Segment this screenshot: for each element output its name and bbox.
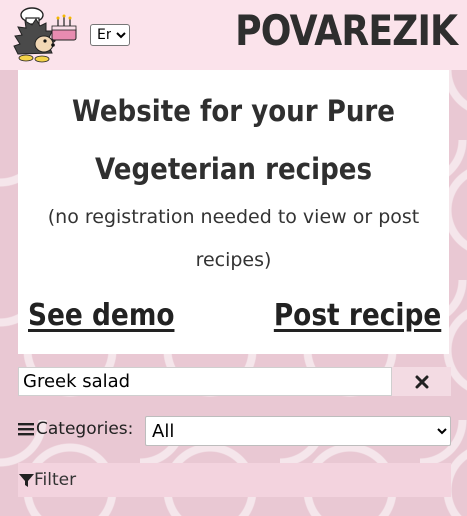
hero-note: (no registration needed to view or post …	[38, 196, 429, 282]
hedgehog-chef-logo[interactable]	[12, 6, 88, 66]
close-icon	[415, 375, 428, 388]
see-demo-link[interactable]: See demo	[28, 298, 174, 333]
hamburger-icon	[18, 423, 34, 436]
categories-label-text: Categories:	[36, 419, 134, 439]
clear-search-button[interactable]	[392, 367, 451, 396]
funnel-icon	[19, 473, 34, 487]
categories-row: Categories: All	[18, 416, 451, 446]
language-select[interactable]: En	[90, 24, 130, 46]
header-bar: En POVAREZIK	[0, 0, 467, 70]
hero-title: Website for your Pure Vegeterian recipes	[40, 82, 428, 198]
hero-note-line2: recipes)	[195, 249, 272, 271]
filter-label: Filter	[34, 470, 77, 490]
hero-title-line2: Vegeterian recipes	[94, 152, 373, 186]
categories-select[interactable]: All	[145, 416, 451, 446]
search-input[interactable]	[18, 367, 392, 396]
hero-title-line1: Website for your Pure	[71, 94, 395, 128]
hero-note-line1: (no registration needed to view or post	[47, 206, 420, 228]
categories-label: Categories:	[18, 419, 133, 439]
brand-title[interactable]: POVAREZIK	[235, 6, 458, 55]
filter-toggle[interactable]: Filter	[18, 463, 451, 497]
post-recipe-link[interactable]: Post recipe	[274, 298, 441, 333]
